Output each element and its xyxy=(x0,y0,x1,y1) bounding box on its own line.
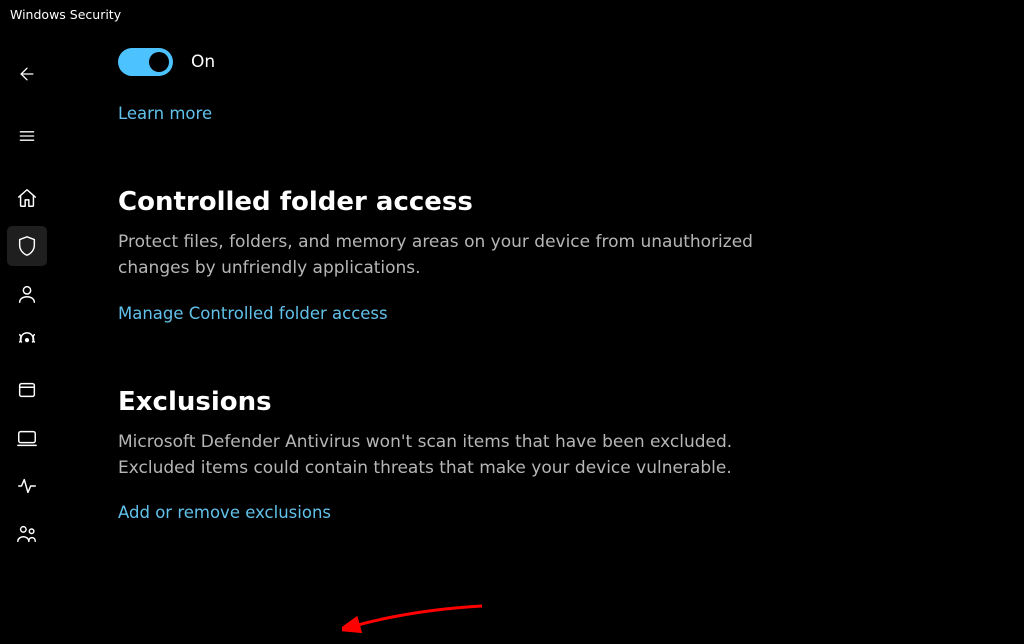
exclusions-title: Exclusions xyxy=(118,387,984,417)
app-browser-icon[interactable] xyxy=(7,370,47,410)
device-security-icon[interactable] xyxy=(7,418,47,458)
sidebar xyxy=(0,28,54,641)
main-content: On Learn more Controlled folder access P… xyxy=(54,28,1024,641)
cfa-description: Protect files, folders, and memory areas… xyxy=(118,229,758,282)
toggle-knob xyxy=(149,52,169,72)
account-icon[interactable] xyxy=(7,274,47,314)
realtime-protection-toggle[interactable] xyxy=(118,48,173,76)
back-icon[interactable] xyxy=(7,54,47,94)
window-titlebar: Windows Security xyxy=(0,0,1024,28)
controlled-folder-access-section: Controlled folder access Protect files, … xyxy=(118,187,984,323)
home-icon[interactable] xyxy=(7,178,47,218)
manage-cfa-link[interactable]: Manage Controlled folder access xyxy=(118,304,388,323)
shield-icon[interactable] xyxy=(7,226,47,266)
firewall-icon[interactable] xyxy=(7,322,47,362)
performance-icon[interactable] xyxy=(7,466,47,506)
exclusions-description: Microsoft Defender Antivirus won't scan … xyxy=(118,429,758,482)
family-icon[interactable] xyxy=(7,514,47,554)
window-title: Windows Security xyxy=(10,7,121,22)
toggle-state-label: On xyxy=(191,52,215,72)
cfa-title: Controlled folder access xyxy=(118,187,984,217)
menu-icon[interactable] xyxy=(7,116,47,156)
add-remove-exclusions-link[interactable]: Add or remove exclusions xyxy=(118,503,331,522)
learn-more-link[interactable]: Learn more xyxy=(118,104,212,123)
exclusions-section: Exclusions Microsoft Defender Antivirus … xyxy=(118,387,984,523)
